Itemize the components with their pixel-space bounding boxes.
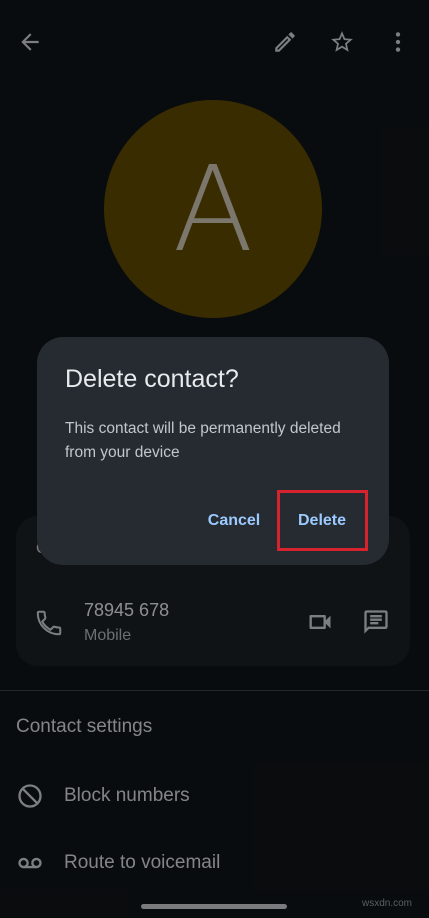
cancel-button[interactable]: Cancel bbox=[197, 501, 271, 541]
dialog-title: Delete contact? bbox=[65, 365, 239, 393]
watermark: wsxdn.com bbox=[362, 898, 413, 909]
dialog-message: This contact will be permanently deleted… bbox=[65, 420, 341, 461]
delete-highlight-annotation bbox=[277, 490, 368, 551]
